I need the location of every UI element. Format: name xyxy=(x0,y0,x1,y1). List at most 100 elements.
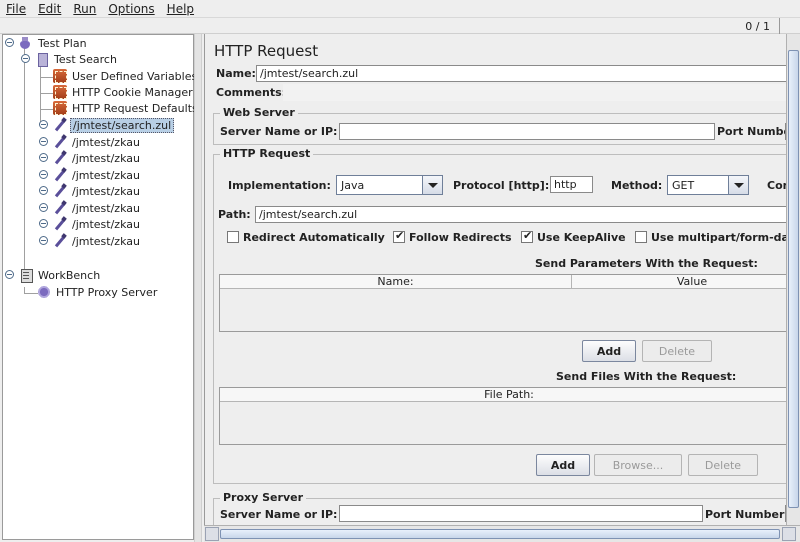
tree-item-user-defined-variables[interactable]: User Defined Variables xyxy=(53,68,199,84)
menu-options[interactable]: Options xyxy=(102,2,160,16)
scroll-left-icon[interactable] xyxy=(205,527,219,541)
menu-bar: File Edit Run Options Help xyxy=(0,0,800,18)
config-element-icon xyxy=(53,101,67,115)
column-header-value[interactable]: Value xyxy=(572,275,800,288)
expand-handle-icon[interactable] xyxy=(39,153,48,162)
comments-label: Comments: xyxy=(216,86,287,99)
tree-item-sampler-zkau[interactable]: /jmtest/zkau xyxy=(39,200,142,216)
thread-counter: 0 / 1 xyxy=(745,20,770,33)
tree-connector xyxy=(40,93,54,94)
vertical-scroll-thumb[interactable] xyxy=(788,50,799,508)
comments-field[interactable] xyxy=(283,84,800,101)
expand-handle-icon[interactable] xyxy=(21,54,30,63)
sampler-icon xyxy=(53,184,67,198)
horizontal-scroll-thumb[interactable] xyxy=(220,529,780,539)
tree-item-label: /jmtest/zkau xyxy=(72,201,140,215)
redirect-automatically-label: Redirect Automatically xyxy=(243,231,385,244)
sampler-icon xyxy=(53,217,67,231)
files-table[interactable]: File Path: xyxy=(219,387,799,445)
vertical-scrollbar[interactable] xyxy=(786,34,800,525)
tree-item-proxy-server[interactable]: HTTP Proxy Server xyxy=(37,284,159,300)
tree-item-workbench[interactable]: WorkBench xyxy=(3,267,102,283)
tree-item-label: /jmtest/zkau xyxy=(72,135,140,149)
tree-item-sampler-zkau[interactable]: /jmtest/zkau xyxy=(39,183,142,199)
sampler-icon xyxy=(53,234,67,248)
tree-item-request-defaults[interactable]: HTTP Request Defaults xyxy=(53,100,200,116)
protocol-input[interactable]: http xyxy=(550,176,593,193)
files-table-header: File Path: xyxy=(220,388,798,402)
tree-item-label: /jmtest/search.zul xyxy=(70,117,175,133)
chevron-down-icon[interactable] xyxy=(422,176,442,194)
menu-file[interactable]: File xyxy=(0,2,32,16)
expand-handle-icon[interactable] xyxy=(39,186,48,195)
http-request-panel: HTTP Request Name: /jmtest/search.zul Co… xyxy=(204,34,800,542)
parameters-table[interactable]: Name: Value xyxy=(219,274,799,332)
tree-item-sampler-zkau[interactable]: /jmtest/zkau xyxy=(39,233,142,249)
add-parameter-button[interactable]: Add xyxy=(582,340,636,362)
redirect-automatically-checkbox[interactable] xyxy=(227,231,239,243)
tree-item-sampler-zkau[interactable]: /jmtest/zkau xyxy=(39,216,142,232)
tree-item-label: Test Plan xyxy=(38,36,87,50)
expand-handle-icon[interactable] xyxy=(39,236,48,245)
sampler-icon xyxy=(53,135,67,149)
tree-item-cookie-manager[interactable]: HTTP Cookie Manager xyxy=(53,84,195,100)
server-name-input[interactable] xyxy=(339,123,715,140)
method-select[interactable]: GET xyxy=(667,175,749,195)
browse-button[interactable]: Browse... xyxy=(594,454,682,476)
tree-item-label: /jmtest/zkau xyxy=(72,217,140,231)
add-file-button[interactable]: Add xyxy=(536,454,590,476)
tree-item-sampler-zkau[interactable]: /jmtest/zkau xyxy=(39,167,142,183)
tree-item-label: /jmtest/zkau xyxy=(72,184,140,198)
menu-edit[interactable]: Edit xyxy=(32,2,67,16)
config-element-icon xyxy=(53,85,67,99)
sampler-icon xyxy=(53,168,67,182)
proxy-server-title: Proxy Server xyxy=(220,491,307,504)
expand-handle-icon[interactable] xyxy=(5,270,14,279)
tree-item-sampler-zkau[interactable]: /jmtest/zkau xyxy=(39,134,142,150)
proxy-server-name-input[interactable] xyxy=(339,505,703,522)
delete-parameter-button[interactable]: Delete xyxy=(642,340,712,362)
method-value: GET xyxy=(672,179,695,192)
name-field[interactable]: /jmtest/search.zul xyxy=(256,65,800,82)
tree-item-sampler-search[interactable]: /jmtest/search.zul xyxy=(39,117,175,133)
tree-item-label: User Defined Variables xyxy=(72,69,198,83)
expand-handle-icon[interactable] xyxy=(5,38,14,47)
expand-handle-icon[interactable] xyxy=(39,219,48,228)
scroll-right-icon[interactable] xyxy=(782,527,796,541)
column-header-file-path[interactable]: File Path: xyxy=(220,388,798,401)
horizontal-scrollbar[interactable] xyxy=(204,525,800,542)
test-plan-icon xyxy=(19,36,33,50)
tree-item-test-search[interactable]: Test Search xyxy=(19,51,119,67)
tree-item-label: WorkBench xyxy=(38,268,101,282)
menu-help[interactable]: Help xyxy=(161,2,200,16)
use-keepalive-checkbox[interactable] xyxy=(521,229,533,243)
sampler-icon xyxy=(53,118,67,132)
sampler-icon xyxy=(53,201,67,215)
expand-handle-icon[interactable] xyxy=(39,120,48,129)
use-multipart-label: Use multipart/form-dat xyxy=(651,231,795,244)
implementation-select[interactable]: Java xyxy=(336,175,443,195)
delete-file-button[interactable]: Delete xyxy=(688,454,758,476)
implementation-label: Implementation: xyxy=(228,179,331,192)
menu-run[interactable]: Run xyxy=(67,2,102,16)
send-parameters-title: Send Parameters With the Request: xyxy=(535,257,758,270)
expand-handle-icon[interactable] xyxy=(39,170,48,179)
test-plan-tree[interactable]: Test Plan Test Search User Defined Varia… xyxy=(2,34,198,540)
column-header-name[interactable]: Name: xyxy=(220,275,572,289)
chevron-down-icon[interactable] xyxy=(728,176,748,194)
use-multipart-checkbox[interactable] xyxy=(635,231,647,243)
expand-handle-icon[interactable] xyxy=(39,137,48,146)
tree-connector xyxy=(40,77,54,78)
path-label: Path: xyxy=(218,208,251,221)
tree-item-test-plan[interactable]: Test Plan xyxy=(3,35,89,51)
tree-item-label: /jmtest/zkau xyxy=(72,168,140,182)
protocol-label: Protocol [http]: xyxy=(453,179,550,192)
follow-redirects-label: Follow Redirects xyxy=(409,231,512,244)
expand-handle-icon[interactable] xyxy=(39,203,48,212)
tree-item-sampler-zkau[interactable]: /jmtest/zkau xyxy=(39,150,142,166)
split-pane-divider[interactable] xyxy=(194,34,202,542)
tree-connector xyxy=(24,293,38,294)
use-keepalive-label: Use KeepAlive xyxy=(537,231,626,244)
follow-redirects-checkbox[interactable] xyxy=(393,229,405,243)
path-input[interactable]: /jmtest/search.zul xyxy=(255,206,800,223)
